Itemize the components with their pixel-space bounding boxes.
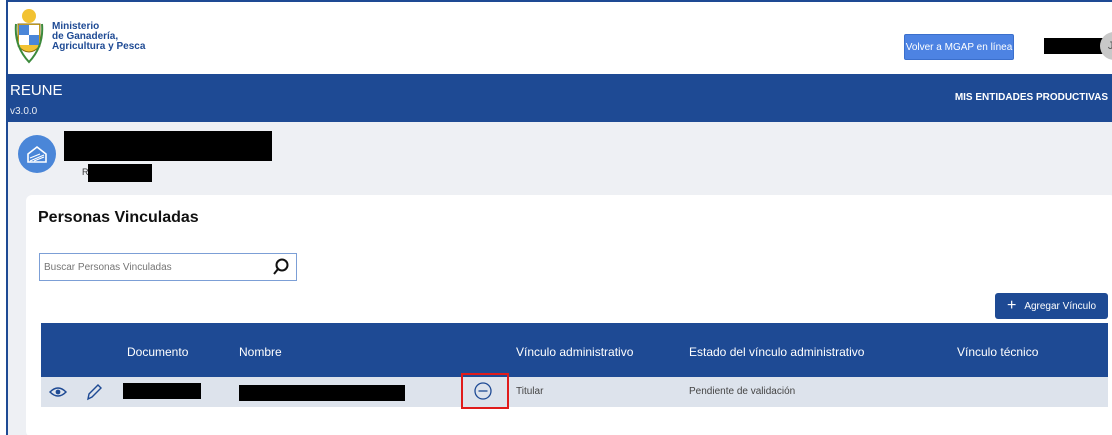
table-header: Documento Nombre Vínculo administrativo … xyxy=(41,323,1108,377)
column-header-estado: Estado del vínculo administrativo xyxy=(689,345,865,359)
rut-value-redacted xyxy=(88,164,152,182)
column-header-vinculo-tecnico: Vínculo técnico xyxy=(957,345,1039,359)
agregar-vinculo-label: Agregar Vínculo xyxy=(1024,300,1097,312)
entity-name-redacted xyxy=(64,131,272,161)
top-header: Ministerio de Ganadería, Agricultura y P… xyxy=(8,2,1112,74)
plus-icon: + xyxy=(1006,297,1017,314)
search-input[interactable] xyxy=(40,261,260,273)
remove-circle-icon[interactable] xyxy=(473,381,493,401)
table-row: Titular Pendiente de validación xyxy=(41,373,1108,409)
cell-vinculo: Titular xyxy=(516,386,544,397)
app-bar: REUNE v3.0.0 MIS ENTIDADES PRODUCTIVAS xyxy=(8,74,1112,122)
app-title: REUNE xyxy=(10,82,63,99)
ministry-logo-text: Ministerio de Ganadería, Agricultura y P… xyxy=(52,22,145,52)
search-box xyxy=(39,253,297,281)
app-frame: Ministerio de Ganadería, Agricultura y P… xyxy=(6,0,1112,435)
search-icon[interactable] xyxy=(272,258,290,276)
documento-redacted xyxy=(123,383,201,399)
logo-line-3: Agricultura y Pesca xyxy=(52,41,146,52)
pencil-icon[interactable] xyxy=(85,382,103,402)
column-header-nombre: Nombre xyxy=(239,345,282,359)
eye-icon[interactable] xyxy=(49,386,67,398)
section-title: Personas Vinculadas xyxy=(38,209,199,226)
volver-mgap-button[interactable]: Volver a MGAP en línea xyxy=(904,34,1014,60)
user-name-redacted xyxy=(1044,38,1106,54)
app-version: v3.0.0 xyxy=(10,106,38,117)
column-header-documento: Documento xyxy=(127,345,189,359)
user-avatar[interactable]: JF xyxy=(1100,32,1112,60)
cell-estado: Pendiente de validación xyxy=(689,386,796,397)
agregar-vinculo-button[interactable]: + Agregar Vínculo xyxy=(995,293,1108,319)
nav-mis-entidades[interactable]: MIS ENTIDADES PRODUCTIVAS xyxy=(955,92,1108,103)
nombre-redacted xyxy=(239,385,405,401)
personas-vinculadas-card: Personas Vinculadas + Agregar Vínculo Do… xyxy=(26,195,1112,435)
entity-farm-icon xyxy=(18,135,56,173)
column-header-vinculo-administrativo: Vínculo administrativo xyxy=(516,345,634,359)
barn-icon xyxy=(27,145,47,163)
coat-of-arms-icon xyxy=(14,9,44,64)
